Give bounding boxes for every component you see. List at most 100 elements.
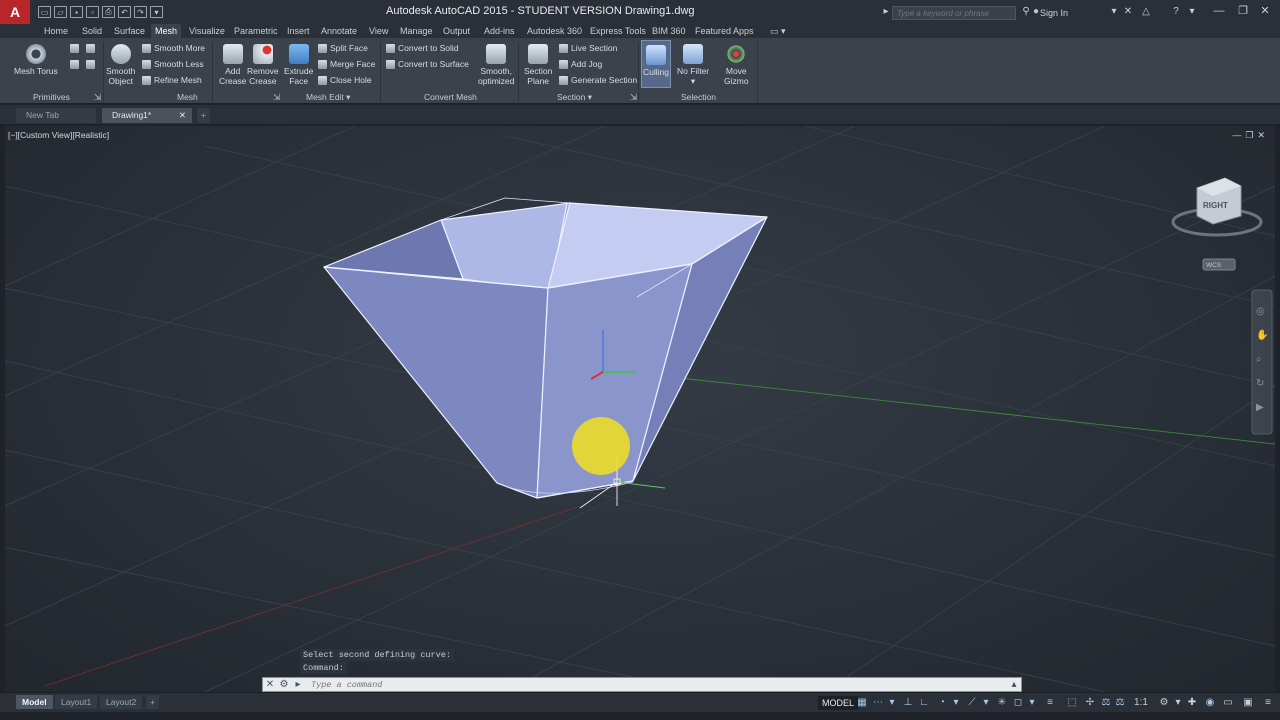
tab-parametric[interactable]: Parametric <box>234 24 278 38</box>
mesh-torus-button[interactable]: Mesh Torus <box>14 44 58 76</box>
clean-screen-icon[interactable]: ▣ <box>1242 697 1254 709</box>
annotation-scale[interactable]: 1:1 <box>1132 697 1150 709</box>
save-icon[interactable]: ▪ <box>70 6 83 18</box>
undo-icon[interactable]: ↶ <box>118 6 131 18</box>
smooth-less-button[interactable]: Smooth Less <box>142 59 204 69</box>
panel-label-section[interactable]: Section ▾ <box>557 92 592 103</box>
snap-dropdown-icon[interactable]: ▾ <box>886 697 898 709</box>
autocad-logo-icon[interactable]: A <box>0 0 30 24</box>
tab-visualize[interactable]: Visualize <box>189 24 225 38</box>
convert-to-surface-button[interactable]: Convert to Surface <box>386 59 469 69</box>
annotation-visibility-icon[interactable]: ⚖ <box>1100 697 1112 709</box>
ribbon-options-icon[interactable]: ▭ ▾ <box>770 24 786 38</box>
smooth-object-button[interactable]: Smooth Object <box>106 44 135 86</box>
redo-icon[interactable]: ↷ <box>134 6 147 18</box>
exchange-apps-icon[interactable]: ✕ <box>1122 6 1134 18</box>
help-dropdown-icon[interactable]: ▾ <box>1186 6 1198 18</box>
recent-commands-icon[interactable]: ▸ <box>291 679 305 690</box>
tab-view[interactable]: View <box>369 24 388 38</box>
grid-display-icon[interactable]: ▦ <box>856 697 868 709</box>
tab-surface[interactable]: Surface <box>114 24 145 38</box>
panel-label-mesh[interactable]: Mesh <box>177 92 198 102</box>
layout-tab-layout1[interactable]: Layout1 <box>55 695 98 709</box>
pan-icon[interactable]: ✋ <box>1256 328 1268 341</box>
tab-autodesk-360[interactable]: Autodesk 360 <box>527 24 582 38</box>
smooth-optimized-dropdown[interactable]: Smooth, optimized <box>478 44 514 86</box>
workspace-switching-icon[interactable]: ⚙ <box>1158 697 1170 709</box>
tab-manage[interactable]: Manage <box>400 24 433 38</box>
customize-command-icon[interactable]: ⚙ <box>277 679 291 690</box>
generate-section-button[interactable]: Generate Section <box>559 75 637 85</box>
wcs-menu-label[interactable]: WCS <box>1206 262 1222 269</box>
tab-bim-360[interactable]: BIM 360 <box>652 24 686 38</box>
primitives-dialog-launcher-icon[interactable]: ⇲ <box>94 92 101 103</box>
panel-label-mesh-edit[interactable]: Mesh Edit ▾ <box>306 92 350 103</box>
tab-output[interactable]: Output <box>443 24 470 38</box>
culling-button[interactable]: Culling <box>641 40 671 88</box>
infer-constraints-icon[interactable]: ⊥ <box>902 697 914 709</box>
zoom-icon[interactable]: ⌕ <box>1256 354 1262 365</box>
minimize-icon[interactable]: — <box>1212 4 1226 18</box>
hardware-acceleration-icon[interactable]: ▭ <box>1222 697 1234 709</box>
isometric-dropdown-icon[interactable]: ▾ <box>980 697 992 709</box>
command-input[interactable] <box>311 679 991 690</box>
navigation-bar[interactable]: ◎ ✋ ⌕ ↻ ▶ <box>1251 289 1273 435</box>
drawing-viewport[interactable]: RIGHT WCS ◎ ✋ ⌕ ↻ ▶ [−][Custom View][Rea… <box>5 126 1275 692</box>
annotation-monitor-icon[interactable]: ✚ <box>1186 697 1198 709</box>
live-section-button[interactable]: Live Section <box>559 43 617 53</box>
maximize-icon[interactable]: ❐ <box>1236 4 1250 18</box>
isolate-objects-icon[interactable]: ◉ <box>1204 697 1216 709</box>
auto-scale-icon[interactable]: ⚖ <box>1114 697 1126 709</box>
file-tab-drawing1[interactable]: Drawing1* ✕ <box>102 108 192 123</box>
extrude-face-button[interactable]: Extrude Face <box>284 44 313 86</box>
signin-dropdown-icon[interactable]: ▾ <box>1108 6 1120 18</box>
qat-dropdown-icon[interactable]: ▾ <box>150 6 163 18</box>
close-hole-button[interactable]: Close Hole <box>318 75 372 85</box>
panel-label-convert-mesh[interactable]: Convert Mesh <box>424 92 477 102</box>
section-dialog-launcher-icon[interactable]: ⇲ <box>630 92 637 103</box>
steering-wheel-icon[interactable]: ◎ <box>1256 306 1265 317</box>
primitive-tool-2[interactable] <box>86 44 95 53</box>
object-snap-icon[interactable]: ◻ <box>1012 697 1024 709</box>
snap-mode-icon[interactable]: ⋯ <box>872 697 884 709</box>
add-crease-button[interactable]: Add Crease <box>219 44 246 86</box>
layout-tab-layout2[interactable]: Layout2 <box>100 695 143 709</box>
workspace-dropdown-icon[interactable]: ▾ <box>1172 697 1184 709</box>
object-snap-tracking-icon[interactable]: ✳ <box>996 697 1008 709</box>
section-plane-button[interactable]: Section Plane <box>524 44 552 86</box>
lineweight-icon[interactable]: ≡ <box>1044 697 1056 709</box>
save-as-icon[interactable]: ▫ <box>86 6 99 18</box>
tab-express-tools[interactable]: Express Tools <box>590 24 646 38</box>
layout-tab-model[interactable]: Model <box>16 695 53 709</box>
print-icon[interactable]: ⎙ <box>102 6 115 18</box>
new-file-icon[interactable]: ▭ <box>38 6 51 18</box>
tab-solid[interactable]: Solid <box>82 24 102 38</box>
primitive-tool-4[interactable] <box>86 60 95 69</box>
tab-add-ins[interactable]: Add-ins <box>484 24 515 38</box>
refine-mesh-button[interactable]: Refine Mesh <box>142 75 202 85</box>
tab-annotate[interactable]: Annotate <box>321 24 357 38</box>
viewport-controls-label[interactable]: [−][Custom View][Realistic] <box>8 130 109 140</box>
help-icon[interactable]: ? <box>1170 6 1182 18</box>
convert-to-solid-button[interactable]: Convert to Solid <box>386 43 458 53</box>
panel-label-primitives[interactable]: Primitives <box>33 92 70 102</box>
file-tab-new-tab[interactable]: New Tab <box>16 108 96 123</box>
3d-scene[interactable]: RIGHT WCS ◎ ✋ ⌕ ↻ ▶ <box>5 126 1275 692</box>
isometric-drafting-icon[interactable]: ⟋ <box>966 697 978 709</box>
close-tab-icon[interactable]: ✕ <box>179 108 186 123</box>
mesh-object[interactable] <box>323 197 768 499</box>
customization-icon[interactable]: ≡ <box>1262 697 1274 709</box>
smooth-more-button[interactable]: Smooth More <box>142 43 205 53</box>
model-space-indicator[interactable]: MODEL <box>818 696 859 710</box>
tab-featured-apps[interactable]: Featured Apps <box>695 24 754 38</box>
mesh-dialog-launcher-icon[interactable]: ⇲ <box>273 92 280 103</box>
search-input[interactable] <box>892 6 1016 20</box>
search-expand-icon[interactable]: ▸ <box>880 6 892 18</box>
orbit-icon[interactable]: ↻ <box>1256 378 1264 389</box>
panel-label-selection[interactable]: Selection <box>681 92 716 102</box>
add-layout-icon[interactable]: + <box>146 695 159 709</box>
close-command-icon[interactable]: ✕ <box>263 679 277 690</box>
primitive-tool-1[interactable] <box>70 44 79 53</box>
viewport-window-controls[interactable]: —❐✕ <box>1232 130 1269 141</box>
close-icon[interactable]: ✕ <box>1258 4 1272 18</box>
